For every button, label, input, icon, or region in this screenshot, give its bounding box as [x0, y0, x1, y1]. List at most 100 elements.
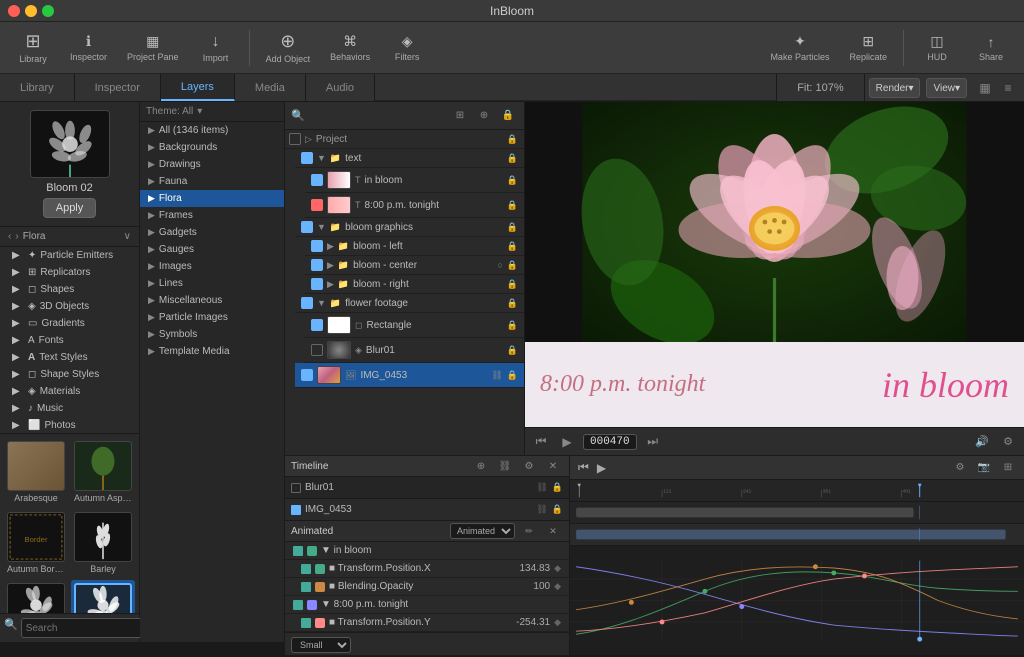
timeline-add-icon[interactable]: ⊕ [471, 456, 491, 476]
prop-800pm[interactable]: ▼ 8:00 p.m. tonight [285, 596, 569, 614]
timeline-track-img0453[interactable]: IMG_0453 ⛓ 🔒 [285, 499, 569, 521]
library-btn[interactable]: ⊞ Library [8, 27, 58, 68]
tab-media[interactable]: Media [235, 74, 306, 101]
tab-library[interactable]: Library [0, 74, 75, 101]
content-item-particle-images[interactable]: ▶ Particle Images [140, 309, 284, 326]
animated-dropdown[interactable]: Animated [450, 523, 515, 539]
prop-transform-x[interactable]: ■ Transform.Position.X 134.83 ◆ [285, 560, 569, 578]
import-btn[interactable]: ↓ Import [191, 29, 241, 67]
library-item-replicators[interactable]: ▶ ⊞ Replicators [0, 264, 139, 281]
library-item-photos[interactable]: ▶ ⬜ Photos [0, 417, 139, 433]
layer-800pm[interactable]: T 8:00 p.m. tonight 🔒 [305, 193, 524, 218]
thumb-bloom02[interactable]: Bloom 02 [71, 580, 135, 613]
apply-button[interactable]: Apply [43, 198, 97, 218]
layer-in-bloom[interactable]: T in bloom 🔒 [305, 168, 524, 193]
project-pane-btn[interactable]: ▦ Project Pane [119, 29, 187, 66]
animated-close-icon[interactable]: ✕ [543, 521, 563, 541]
content-item-backgrounds[interactable]: ▶ Backgrounds [140, 139, 284, 156]
share-btn[interactable]: ↑ Share [966, 30, 1016, 66]
layer-blur01[interactable]: ◈ Blur01 🔒 [305, 338, 524, 363]
layer-bloom-graphics[interactable]: ▼ 📁 bloom graphics 🔒 [295, 218, 524, 237]
library-item-fonts[interactable]: ▶ A Fonts [0, 332, 139, 349]
tl-settings-icon[interactable]: ⚙ [950, 458, 970, 478]
library-item-particle-emitters[interactable]: ▶ ✦ Particle Emitters [0, 247, 139, 264]
view-btn[interactable]: View▾ [926, 78, 967, 98]
library-item-materials[interactable]: ▶ ◈ Materials [0, 383, 139, 400]
content-item-flora[interactable]: ▶ Flora [140, 190, 284, 207]
timeline-track-blur01[interactable]: Blur01 ⛓ 🔒 [285, 477, 569, 499]
prop-in-bloom[interactable]: ▼ in bloom [285, 542, 569, 560]
replicate-btn[interactable]: ⊞ Replicate [841, 29, 895, 66]
content-item-fauna[interactable]: ▶ Fauna [140, 173, 284, 190]
thumb-autumn-border[interactable]: Border Autumn Border [4, 509, 68, 577]
size-dropdown[interactable]: Small [291, 637, 351, 653]
close-btn[interactable] [8, 5, 20, 17]
library-item-gradients[interactable]: ▶ ▭ Gradients [0, 315, 139, 332]
content-item-template-media[interactable]: ▶ Template Media [140, 343, 284, 360]
forward-icon[interactable]: › [15, 231, 18, 242]
back-icon[interactable]: ‹ [8, 231, 11, 242]
playback-play-icon[interactable]: ▶ [557, 432, 577, 452]
layers-add-icon[interactable]: ⊞ [450, 106, 470, 126]
content-item-gauges[interactable]: ▶ Gauges [140, 241, 284, 258]
content-item-gadgets[interactable]: ▶ Gadgets [140, 224, 284, 241]
tl-play-icon[interactable]: ▶ [595, 459, 608, 477]
thumb-autumn-aspen[interactable]: Autumn Aspen [71, 438, 135, 506]
thumb-barley[interactable]: Barley [71, 509, 135, 577]
layer-text-group[interactable]: ▼ 📁 text 🔒 [295, 149, 524, 168]
hud-btn[interactable]: ◫ HUD [912, 29, 962, 66]
timeline-link-icon[interactable]: ⛓ [495, 456, 515, 476]
content-item-symbols[interactable]: ▶ Symbols [140, 326, 284, 343]
timeline-settings-icon[interactable]: ⚙ [519, 456, 539, 476]
layer-bloom-center[interactable]: ▶ 📁 bloom - center ○ 🔒 [305, 256, 524, 275]
prop-blending[interactable]: ■ Blending.Opacity 100 ◆ [285, 578, 569, 596]
grid-view-icon[interactable]: ▦ [975, 78, 995, 98]
playback-start-icon[interactable]: ⏮ [531, 432, 551, 452]
maximize-btn[interactable] [42, 5, 54, 17]
content-item-images[interactable]: ▶ Images [140, 258, 284, 275]
library-item-3d-objects[interactable]: ▶ ◈ 3D Objects [0, 298, 139, 315]
library-item-text-styles[interactable]: ▶ A Text Styles [0, 349, 139, 366]
inspector-btn[interactable]: ℹ Inspector [62, 29, 115, 66]
playback-end-icon[interactable]: ⏭ [643, 432, 663, 452]
tl-camera-icon[interactable]: 📷 [974, 458, 994, 478]
tl-prev-icon[interactable]: ⏮ [576, 458, 591, 477]
theme-dropdown-icon[interactable]: ▾ [197, 106, 202, 117]
thumb-bloom01[interactable]: Bloom 01 [4, 580, 68, 613]
content-item-lines[interactable]: ▶ Lines [140, 275, 284, 292]
render-btn[interactable]: Render▾ [869, 78, 921, 98]
tab-inspector[interactable]: Inspector [75, 74, 161, 101]
make-particles-btn[interactable]: ✦ Make Particles [762, 29, 837, 66]
animated-edit-icon[interactable]: ✏ [519, 521, 539, 541]
minimize-btn[interactable] [25, 5, 37, 17]
content-item-drawings[interactable]: ▶ Drawings [140, 156, 284, 173]
tab-layers[interactable]: Layers [161, 74, 235, 101]
add-object-btn[interactable]: ⊕ Add Object [258, 27, 319, 68]
settings-icon[interactable]: ⚙ [998, 432, 1018, 452]
list-view-icon[interactable]: ≡ [998, 78, 1018, 98]
content-item-frames[interactable]: ▶ Frames [140, 207, 284, 224]
volume-icon[interactable]: 🔊 [972, 432, 992, 452]
layer-flower-footage[interactable]: ▼ 📁 flower footage 🔒 [295, 294, 524, 313]
filters-btn[interactable]: ◈ Filters [382, 29, 432, 66]
thumb-arabesque[interactable]: Arabesque [4, 438, 68, 506]
breadcrumb-expand-icon[interactable]: ∨ [124, 231, 131, 242]
prop-transform-y[interactable]: ■ Transform.Position.Y -254.31 ◆ [285, 614, 569, 632]
layer-bloom-left[interactable]: ▶ 📁 bloom - left 🔒 [305, 237, 524, 256]
library-item-shape-styles[interactable]: ▶ ◻ Shape Styles [0, 366, 139, 383]
tab-audio[interactable]: Audio [306, 74, 375, 101]
library-item-music[interactable]: ▶ ♪ Music [0, 400, 139, 417]
tl-more-icon[interactable]: ⊞ [998, 458, 1018, 478]
behaviors-btn[interactable]: ⌘ Behaviors [322, 29, 378, 66]
content-item-all[interactable]: ▶ All (1346 items) [140, 122, 284, 139]
layers-search-input[interactable] [309, 110, 446, 121]
library-item-shapes[interactable]: ▶ ◻ Shapes [0, 281, 139, 298]
content-item-misc[interactable]: ▶ Miscellaneous [140, 292, 284, 309]
layer-bloom-right[interactable]: ▶ 📁 bloom - right 🔒 [305, 275, 524, 294]
layer-project[interactable]: ▷ Project 🔒 [285, 130, 524, 149]
layers-lock-icon[interactable]: 🔒 [498, 106, 518, 126]
layer-img0453[interactable]: 🖼 IMG_0453 ⛓ 🔒 [295, 363, 524, 388]
timeline-close-icon[interactable]: ✕ [543, 456, 563, 476]
layer-rectangle[interactable]: ◻ Rectangle 🔒 [305, 313, 524, 338]
layers-grid-icon[interactable]: ⊕ [474, 106, 494, 126]
